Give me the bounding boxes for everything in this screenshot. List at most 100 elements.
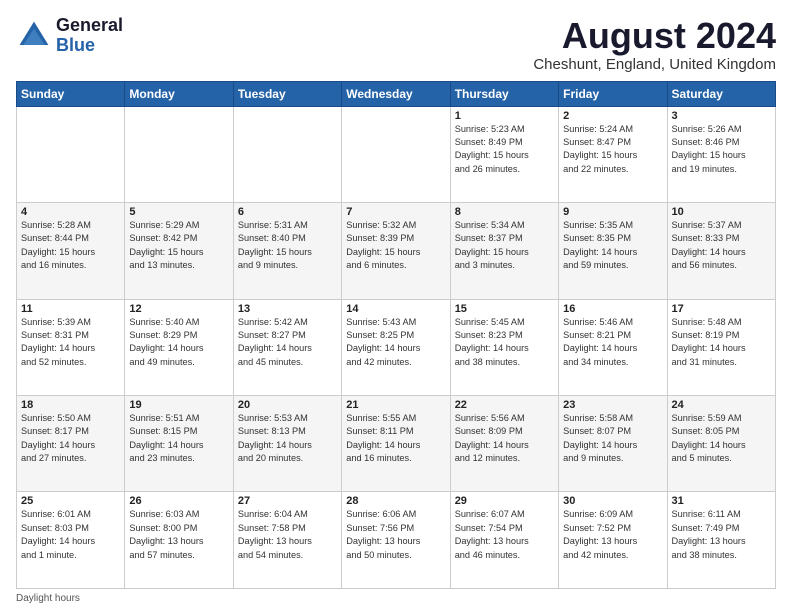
day-number: 9 (563, 206, 662, 218)
day-number: 4 (21, 206, 120, 218)
day-number: 2 (563, 110, 662, 122)
calendar-day-22: 22Sunrise: 5:56 AM Sunset: 8:09 PM Dayli… (450, 396, 558, 492)
daylight-note-text: Daylight hours (16, 593, 80, 604)
header: General Blue August 2024 Cheshunt, Engla… (16, 16, 776, 73)
calendar-day-1: 1Sunrise: 5:23 AM Sunset: 8:49 PM Daylig… (450, 106, 558, 202)
calendar-day-24: 24Sunrise: 5:59 AM Sunset: 8:05 PM Dayli… (667, 396, 775, 492)
logo: General Blue (16, 16, 123, 56)
day-info: Sunrise: 5:51 AM Sunset: 8:15 PM Dayligh… (129, 412, 228, 465)
day-info: Sunrise: 5:42 AM Sunset: 8:27 PM Dayligh… (238, 316, 337, 369)
calendar-day-20: 20Sunrise: 5:53 AM Sunset: 8:13 PM Dayli… (233, 396, 341, 492)
calendar-empty-cell (17, 106, 125, 202)
calendar-header-row: SundayMondayTuesdayWednesdayThursdayFrid… (17, 81, 776, 106)
day-info: Sunrise: 5:53 AM Sunset: 8:13 PM Dayligh… (238, 412, 337, 465)
calendar-day-6: 6Sunrise: 5:31 AM Sunset: 8:40 PM Daylig… (233, 203, 341, 299)
day-info: Sunrise: 5:50 AM Sunset: 8:17 PM Dayligh… (21, 412, 120, 465)
calendar-day-9: 9Sunrise: 5:35 AM Sunset: 8:35 PM Daylig… (559, 203, 667, 299)
calendar-day-10: 10Sunrise: 5:37 AM Sunset: 8:33 PM Dayli… (667, 203, 775, 299)
day-info: Sunrise: 5:45 AM Sunset: 8:23 PM Dayligh… (455, 316, 554, 369)
calendar-day-3: 3Sunrise: 5:26 AM Sunset: 8:46 PM Daylig… (667, 106, 775, 202)
day-info: Sunrise: 5:59 AM Sunset: 8:05 PM Dayligh… (672, 412, 771, 465)
logo-icon (16, 18, 52, 54)
day-number: 5 (129, 206, 228, 218)
day-info: Sunrise: 5:26 AM Sunset: 8:46 PM Dayligh… (672, 123, 771, 176)
calendar-empty-cell (342, 106, 450, 202)
calendar-day-26: 26Sunrise: 6:03 AM Sunset: 8:00 PM Dayli… (125, 492, 233, 589)
title-block: August 2024 Cheshunt, England, United Ki… (533, 16, 776, 73)
calendar-header-sunday: Sunday (17, 81, 125, 106)
day-number: 23 (563, 399, 662, 411)
day-info: Sunrise: 6:01 AM Sunset: 8:03 PM Dayligh… (21, 508, 120, 561)
day-info: Sunrise: 6:04 AM Sunset: 7:58 PM Dayligh… (238, 508, 337, 561)
calendar-day-19: 19Sunrise: 5:51 AM Sunset: 8:15 PM Dayli… (125, 396, 233, 492)
calendar-day-7: 7Sunrise: 5:32 AM Sunset: 8:39 PM Daylig… (342, 203, 450, 299)
calendar-day-4: 4Sunrise: 5:28 AM Sunset: 8:44 PM Daylig… (17, 203, 125, 299)
day-number: 22 (455, 399, 554, 411)
calendar-day-11: 11Sunrise: 5:39 AM Sunset: 8:31 PM Dayli… (17, 299, 125, 395)
subtitle: Cheshunt, England, United Kingdom (533, 56, 776, 73)
day-info: Sunrise: 5:35 AM Sunset: 8:35 PM Dayligh… (563, 219, 662, 272)
calendar-day-30: 30Sunrise: 6:09 AM Sunset: 7:52 PM Dayli… (559, 492, 667, 589)
day-number: 30 (563, 495, 662, 507)
day-info: Sunrise: 5:58 AM Sunset: 8:07 PM Dayligh… (563, 412, 662, 465)
day-info: Sunrise: 5:56 AM Sunset: 8:09 PM Dayligh… (455, 412, 554, 465)
day-info: Sunrise: 6:11 AM Sunset: 7:49 PM Dayligh… (672, 508, 771, 561)
day-info: Sunrise: 5:43 AM Sunset: 8:25 PM Dayligh… (346, 316, 445, 369)
day-info: Sunrise: 5:46 AM Sunset: 8:21 PM Dayligh… (563, 316, 662, 369)
day-info: Sunrise: 5:55 AM Sunset: 8:11 PM Dayligh… (346, 412, 445, 465)
day-info: Sunrise: 6:09 AM Sunset: 7:52 PM Dayligh… (563, 508, 662, 561)
day-number: 1 (455, 110, 554, 122)
calendar-table: SundayMondayTuesdayWednesdayThursdayFrid… (16, 81, 776, 589)
day-info: Sunrise: 5:37 AM Sunset: 8:33 PM Dayligh… (672, 219, 771, 272)
day-info: Sunrise: 5:34 AM Sunset: 8:37 PM Dayligh… (455, 219, 554, 272)
footer-note: Daylight hours (16, 593, 776, 604)
calendar-header-saturday: Saturday (667, 81, 775, 106)
calendar-day-14: 14Sunrise: 5:43 AM Sunset: 8:25 PM Dayli… (342, 299, 450, 395)
day-info: Sunrise: 6:07 AM Sunset: 7:54 PM Dayligh… (455, 508, 554, 561)
calendar-day-15: 15Sunrise: 5:45 AM Sunset: 8:23 PM Dayli… (450, 299, 558, 395)
day-number: 31 (672, 495, 771, 507)
calendar-day-28: 28Sunrise: 6:06 AM Sunset: 7:56 PM Dayli… (342, 492, 450, 589)
day-number: 10 (672, 206, 771, 218)
page: General Blue August 2024 Cheshunt, Engla… (0, 0, 792, 612)
calendar-day-2: 2Sunrise: 5:24 AM Sunset: 8:47 PM Daylig… (559, 106, 667, 202)
calendar-week-row: 1Sunrise: 5:23 AM Sunset: 8:49 PM Daylig… (17, 106, 776, 202)
day-number: 28 (346, 495, 445, 507)
calendar-header-friday: Friday (559, 81, 667, 106)
calendar-week-row: 11Sunrise: 5:39 AM Sunset: 8:31 PM Dayli… (17, 299, 776, 395)
calendar-week-row: 25Sunrise: 6:01 AM Sunset: 8:03 PM Dayli… (17, 492, 776, 589)
calendar-day-16: 16Sunrise: 5:46 AM Sunset: 8:21 PM Dayli… (559, 299, 667, 395)
day-number: 12 (129, 303, 228, 315)
day-number: 20 (238, 399, 337, 411)
calendar-header-thursday: Thursday (450, 81, 558, 106)
day-info: Sunrise: 5:39 AM Sunset: 8:31 PM Dayligh… (21, 316, 120, 369)
calendar-day-23: 23Sunrise: 5:58 AM Sunset: 8:07 PM Dayli… (559, 396, 667, 492)
calendar-day-29: 29Sunrise: 6:07 AM Sunset: 7:54 PM Dayli… (450, 492, 558, 589)
day-info: Sunrise: 5:29 AM Sunset: 8:42 PM Dayligh… (129, 219, 228, 272)
calendar-day-17: 17Sunrise: 5:48 AM Sunset: 8:19 PM Dayli… (667, 299, 775, 395)
calendar-week-row: 18Sunrise: 5:50 AM Sunset: 8:17 PM Dayli… (17, 396, 776, 492)
day-info: Sunrise: 5:40 AM Sunset: 8:29 PM Dayligh… (129, 316, 228, 369)
day-number: 8 (455, 206, 554, 218)
day-number: 21 (346, 399, 445, 411)
calendar-header-monday: Monday (125, 81, 233, 106)
day-info: Sunrise: 5:48 AM Sunset: 8:19 PM Dayligh… (672, 316, 771, 369)
day-number: 11 (21, 303, 120, 315)
calendar-header-wednesday: Wednesday (342, 81, 450, 106)
day-info: Sunrise: 6:06 AM Sunset: 7:56 PM Dayligh… (346, 508, 445, 561)
day-number: 19 (129, 399, 228, 411)
day-info: Sunrise: 5:32 AM Sunset: 8:39 PM Dayligh… (346, 219, 445, 272)
day-number: 15 (455, 303, 554, 315)
day-info: Sunrise: 6:03 AM Sunset: 8:00 PM Dayligh… (129, 508, 228, 561)
logo-text: General Blue (56, 16, 123, 56)
calendar-day-27: 27Sunrise: 6:04 AM Sunset: 7:58 PM Dayli… (233, 492, 341, 589)
day-info: Sunrise: 5:23 AM Sunset: 8:49 PM Dayligh… (455, 123, 554, 176)
calendar-header-tuesday: Tuesday (233, 81, 341, 106)
calendar-day-13: 13Sunrise: 5:42 AM Sunset: 8:27 PM Dayli… (233, 299, 341, 395)
calendar-day-31: 31Sunrise: 6:11 AM Sunset: 7:49 PM Dayli… (667, 492, 775, 589)
main-title: August 2024 (533, 16, 776, 56)
calendar-empty-cell (125, 106, 233, 202)
calendar-empty-cell (233, 106, 341, 202)
day-number: 24 (672, 399, 771, 411)
day-number: 3 (672, 110, 771, 122)
